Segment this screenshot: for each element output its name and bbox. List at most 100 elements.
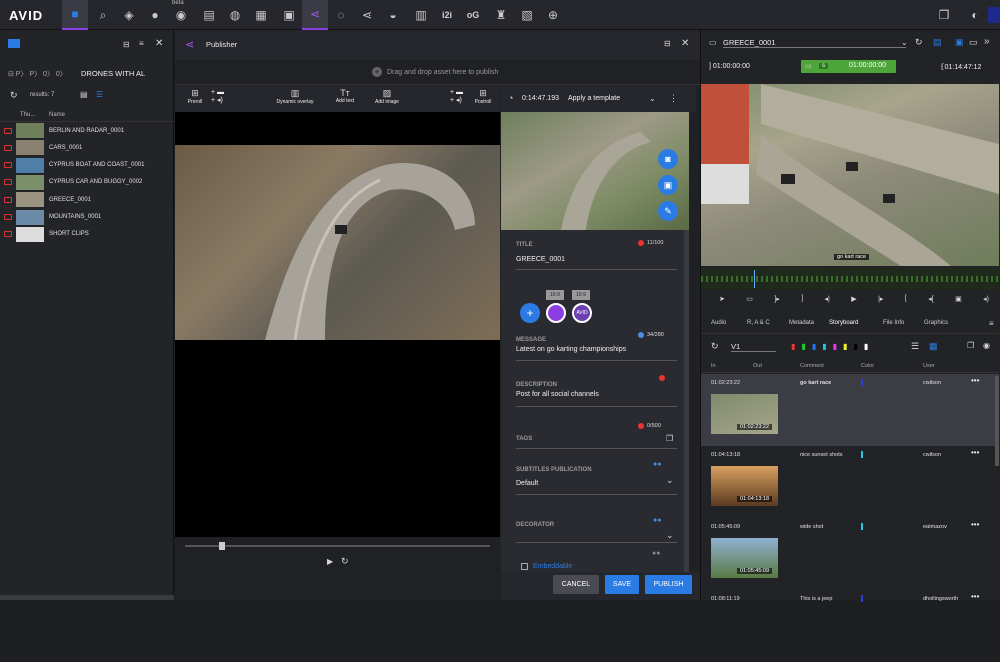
publish-button[interactable]: PUBLISH <box>645 575 692 594</box>
title-field[interactable]: GREECE_0001 <box>516 256 565 263</box>
dynamic-overlay-tool[interactable]: ▥ Dynamic overlay <box>273 88 317 105</box>
library-icon[interactable]: ▣ <box>276 0 302 30</box>
publisher-share-icon[interactable]: ⋖ <box>302 0 328 30</box>
refresh-icon[interactable]: ↻ <box>10 90 18 101</box>
embeddable-checkbox[interactable] <box>521 563 528 570</box>
add-video-audio-icon[interactable]: + ▬ + ◂) <box>211 89 224 104</box>
refresh-icon[interactable]: ↻ <box>915 37 923 48</box>
chevron-down-icon[interactable]: ⌄ <box>666 530 674 541</box>
audio-icon[interactable]: ◂) <box>983 295 989 303</box>
list-item[interactable]: SHORT CLIPS <box>0 226 174 243</box>
cancel-button[interactable]: CANCEL <box>553 575 599 594</box>
browse-folder-icon[interactable]: ■ <box>62 0 88 30</box>
col-user[interactable]: User <box>923 363 935 369</box>
grid-view-icon[interactable]: ▦ <box>929 341 938 352</box>
save-button[interactable]: SAVE <box>605 575 639 594</box>
storyboard-row[interactable]: 01:08:11:19 This is a jeep dhollingsworth •… <box>701 590 999 662</box>
radar-icon[interactable]: ◒ <box>380 0 406 30</box>
timecode-mode[interactable]: s <box>819 63 828 69</box>
gallery-icon[interactable]: ▣ <box>658 175 678 195</box>
more-icon[interactable]: ••• <box>971 448 979 457</box>
player-video[interactable]: go kart race <box>701 84 999 266</box>
check-circle-icon[interactable]: ◌ <box>328 0 354 30</box>
close-icon[interactable]: ✕ <box>681 38 689 49</box>
loop-icon[interactable]: ↻ <box>341 556 349 567</box>
expand-icon[interactable]: » <box>984 36 990 47</box>
postroll-tool[interactable]: ⊞ Postroll <box>471 88 495 105</box>
display-icon[interactable]: ▣ <box>955 37 964 48</box>
col-comment[interactable]: Comment <box>800 363 824 369</box>
bin-icon[interactable]: ▧ <box>514 0 540 30</box>
mark-out-icon[interactable]: ] <box>801 295 803 303</box>
go-out-icon[interactable]: ◂[ <box>928 295 933 303</box>
user-avatar-icon[interactable]: ◐ <box>962 0 988 30</box>
search-icon[interactable]: ⌕ <box>90 0 116 30</box>
view-mode-icon[interactable]: ▤ <box>933 37 942 48</box>
server-icon[interactable]: ▤ <box>196 0 222 30</box>
frame-icon[interactable]: ▭ <box>746 295 753 303</box>
play-icon[interactable]: ▶ <box>327 557 333 566</box>
og-button[interactable]: oG <box>460 0 486 30</box>
chevron-down-icon[interactable]: ⌄ <box>901 38 908 47</box>
download-icon[interactable]: ◉ <box>983 341 990 350</box>
badge-icon[interactable]: ◉ <box>168 0 194 30</box>
layout-icon[interactable]: ⊟ <box>664 39 671 48</box>
storyboard-row[interactable]: 01:05:45:09 wide shot eatmazov ••• 01:05:45:… <box>701 518 999 590</box>
tab-storyboard[interactable]: Storyboard <box>829 320 858 326</box>
timecode-mid-box[interactable]: ▭ s 01:00:00:00 <box>801 60 896 73</box>
col-in[interactable]: In <box>711 363 716 369</box>
tab-metadata[interactable]: Metadata <box>789 320 814 326</box>
grid-settings-icon[interactable]: ▥ <box>408 0 434 30</box>
menu-icon[interactable]: ≡ <box>989 319 994 328</box>
list-item[interactable]: CARS_0001 <box>0 139 174 156</box>
add-text-tool[interactable]: Tт Add text <box>331 88 359 104</box>
list-item[interactable]: MOUNTAINS_0001 <box>0 209 174 226</box>
tab-audio[interactable]: Audio <box>711 320 726 326</box>
clip-name[interactable]: GREECE_0001 <box>723 38 776 47</box>
col-color[interactable]: Color <box>861 363 874 369</box>
tab-r-a-c[interactable]: R, A & C <box>747 320 770 326</box>
more-icon[interactable]: ••• <box>971 376 979 385</box>
description-field[interactable]: Post for all social channels <box>516 391 599 398</box>
timeline-track[interactable] <box>185 545 490 547</box>
scrollbar[interactable] <box>0 595 174 600</box>
list-icon[interactable]: ☰ <box>911 341 919 352</box>
send-icon[interactable]: ➤ <box>719 295 725 303</box>
color-filter-swatches[interactable]: ▮▮▮▮▮▮▮▮ <box>791 342 874 351</box>
list-item[interactable]: BERLIN AND RADAR_0001 <box>0 122 174 139</box>
channel-avatar[interactable] <box>546 303 566 323</box>
list-item[interactable]: GREECE_0001 <box>0 191 174 208</box>
go-in-icon[interactable]: [ <box>905 295 907 303</box>
edit-pencil-icon[interactable]: ✎ <box>658 201 678 221</box>
layout-icon[interactable]: ⊟ <box>123 40 130 49</box>
camera-icon[interactable]: ◙ <box>658 149 678 169</box>
more-icon[interactable]: ⋮ <box>669 93 678 104</box>
snapshot-icon[interactable]: ▣ <box>955 295 962 303</box>
windows-icon[interactable]: ❐ <box>931 0 957 30</box>
globe-icon[interactable]: ◍ <box>222 0 248 30</box>
share-icon[interactable]: ⋖ <box>354 0 380 30</box>
storyboard-row[interactable]: 01:02:23:22 go kart race cwilson ••• 01:02:2… <box>701 374 999 446</box>
menu-icon[interactable]: ≡ <box>139 39 144 48</box>
col-out[interactable]: Out <box>753 363 762 369</box>
add-image-tool[interactable]: ▨ Add image <box>371 88 403 105</box>
export-icon[interactable]: ▭ <box>969 37 978 48</box>
col-name[interactable]: Name <box>49 112 65 118</box>
add-channel-button[interactable]: + <box>520 303 540 323</box>
close-icon[interactable]: ✕ <box>155 38 163 49</box>
avid-channel-avatar[interactable]: AVID <box>572 303 592 323</box>
add-video-audio-icon[interactable]: + ▬ + ◂) <box>450 89 463 104</box>
playhead[interactable] <box>754 270 755 288</box>
step-back-icon[interactable]: ◂| <box>825 295 830 303</box>
refresh-icon[interactable]: ↻ <box>711 341 719 352</box>
tab-graphics[interactable]: Graphics <box>924 320 948 326</box>
i2i-button[interactable]: i2i <box>434 0 460 30</box>
message-field[interactable]: Latest on go karting championships <box>516 346 626 353</box>
drop-zone[interactable]: + Drag and drop asset here to publish <box>175 61 700 85</box>
grid-view-icon[interactable]: ▤ <box>80 90 88 99</box>
subtitles-select[interactable]: Default <box>516 480 538 487</box>
col-thumb[interactable]: Thu... <box>20 112 35 118</box>
trophy-icon[interactable]: ♜ <box>488 0 514 30</box>
mark-in-icon[interactable]: ]▸ <box>774 295 779 303</box>
copy-icon[interactable]: ❐ <box>967 341 974 350</box>
